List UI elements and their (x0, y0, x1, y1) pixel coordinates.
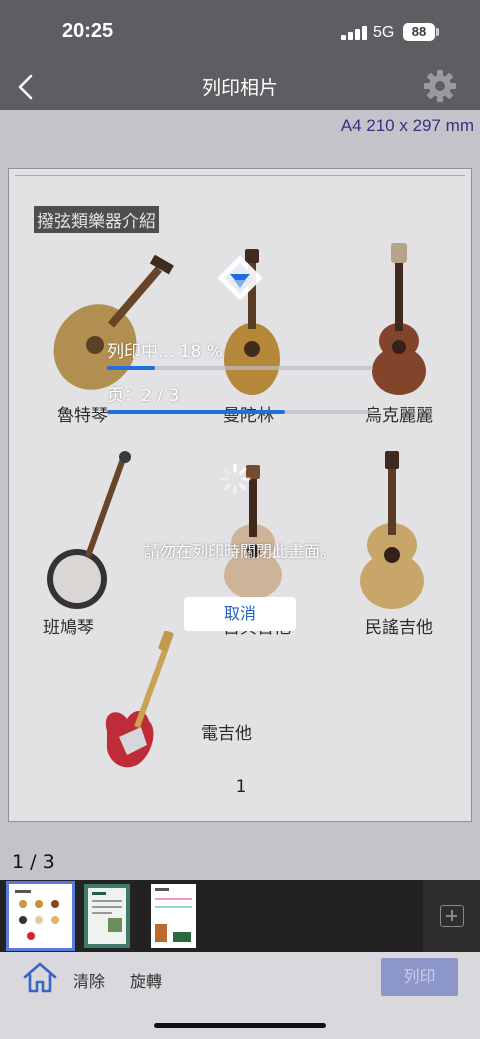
page-title: 列印相片 (201, 77, 278, 99)
bottom-toolbar: 清除 旋轉 列印 (0, 952, 480, 1039)
nav-bar: 列印相片 (0, 64, 480, 110)
gear-icon[interactable] (423, 69, 457, 103)
status-time: 20:25 (62, 20, 114, 42)
print-warning-text: 請勿在列印時關閉此畫面。 (143, 542, 336, 561)
home-indicator (154, 1023, 326, 1028)
loading-spinner-icon (219, 463, 251, 495)
page-thumbnail-2[interactable] (84, 884, 130, 948)
status-bar: 20:25 5G 88 (0, 0, 480, 64)
app-logo-icon (217, 255, 263, 301)
battery-icon: 88 (403, 23, 435, 41)
clear-button[interactable]: 清除 (73, 968, 105, 992)
print-button[interactable]: 列印 (381, 958, 458, 996)
page-thumbnail-3[interactable] (151, 884, 196, 948)
cancel-button[interactable]: 取消 (184, 597, 296, 631)
print-progress-status: 列印中... 18 % (107, 342, 223, 362)
page-progress-fill (107, 410, 286, 414)
page-progress-status: 页：2 / 3 (107, 386, 180, 406)
network-type: 5G (373, 24, 395, 41)
thumbnail-preview-icon (155, 888, 192, 942)
add-page-button[interactable] (423, 880, 480, 952)
rotate-button[interactable]: 旋轉 (130, 968, 162, 992)
print-progress-bar (107, 366, 373, 370)
thumbnail-preview-icon (88, 888, 126, 944)
print-progress-fill (107, 366, 155, 370)
plus-icon (440, 905, 464, 927)
battery-tip (436, 28, 439, 36)
thumbnail-strip[interactable] (0, 880, 480, 952)
home-icon[interactable] (22, 960, 58, 994)
thumbnail-preview-icon (15, 890, 59, 940)
page-indicator: 1 / 3 (12, 851, 55, 873)
page-thumbnail-1[interactable] (6, 881, 75, 951)
page-progress-bar (107, 410, 373, 414)
signal-icon (341, 26, 367, 40)
